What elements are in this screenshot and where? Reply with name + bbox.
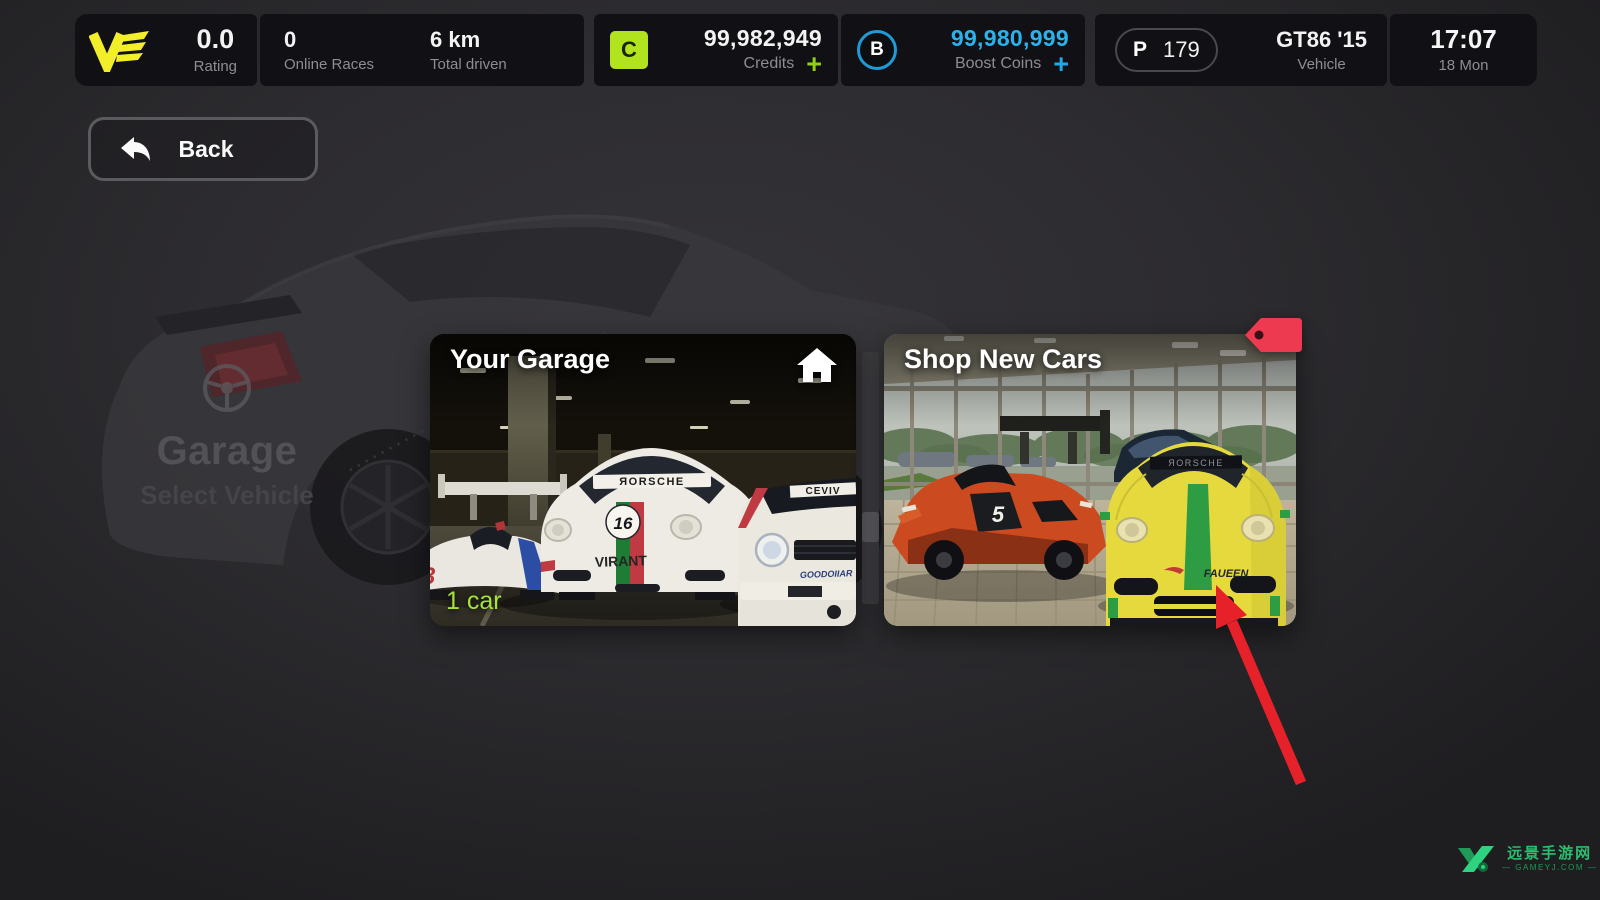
home-icon [796,346,838,384]
online-races-value: 0 [284,27,374,52]
boost-coins-icon: B [857,30,897,70]
boost-coins-segment: B 99,980,999 Boost Coins + [841,14,1085,86]
price-tag-icon [1244,317,1302,353]
left-car-number: 3 [430,563,436,590]
game-logo-icon [89,28,149,72]
back-button[interactable]: Back [88,117,318,181]
vehicle-segment: P 179 GT86 '15 Vehicle [1095,14,1387,86]
shop-card-title: Shop New Cars [904,344,1102,375]
porsche-door-number: 16 [614,514,633,533]
garage-photo: 3 ЯORSCHE 16 [430,334,856,626]
shop-porsche-bumper-text: FAUEEN [1204,568,1250,580]
add-boost-coins-button[interactable]: + [1053,54,1069,74]
races-driven-segment: 0 Online Races 6 km Total driven [260,14,584,86]
vehicle-label: Vehicle [1297,56,1345,73]
top-stats-bar: 0.0 Rating 0 Online Races 6 km Total dri… [75,14,1537,86]
rating-value: 0.0 [197,24,235,55]
boost-coins-label: Boost Coins [955,55,1041,73]
vehicle-name: GT86 '15 [1276,27,1367,52]
credits-icon: C [610,31,648,69]
online-races-stat: 0 Online Races [284,27,374,73]
credits-value: 99,982,949 [704,26,822,51]
vehicle-stat: GT86 '15 Vehicle [1276,27,1367,73]
total-driven-label: Total driven [430,56,507,73]
clock-time: 17:07 [1430,26,1497,53]
clock-segment: 17:07 18 Mon [1390,14,1537,86]
back-button-label: Back [179,136,262,163]
boost-coins-value: 99,980,999 [951,26,1069,51]
shop-porsche-banner: ЯORSCHE [1168,458,1224,468]
card-scrollbar-track[interactable] [862,352,879,604]
watermark-domain: — GAMEYJ.COM — [1502,864,1597,872]
total-driven-stat: 6 km Total driven [430,27,507,73]
background-subtitle: Select Vehicle [97,480,357,511]
back-arrow-icon [117,134,151,164]
add-credits-button[interactable]: + [806,54,822,74]
muscle-windshield-banner: CEVIV [805,486,840,497]
garage-screen: Garage Select Vehicle 0.0 Rating 0 Onlin… [0,0,1600,900]
clock-date: 18 Mon [1438,57,1488,74]
performance-letter: P [1133,38,1147,62]
site-watermark: 远景手游网 — GAMEYJ.COM — [1456,842,1597,876]
online-races-label: Online Races [284,56,374,73]
garage-car-count: 1 car [446,587,502,616]
shop-photo: 5 ЯORSCHE [884,334,1296,626]
background-title: Garage [97,429,357,474]
performance-value: 179 [1163,37,1200,63]
shop-new-cars-card[interactable]: 5 ЯORSCHE [884,334,1296,626]
porsche-bumper-text: VIRANT [595,552,648,570]
rating-stat: 0.0 Rating [194,24,237,75]
credits-label: Credits [744,55,795,73]
background-garage-label: Garage Select Vehicle [97,360,357,511]
prototype-number: 5 [992,502,1005,527]
credits-segment: C 99,982,949 Credits + [594,14,838,86]
watermark-site-name: 远景手游网 [1507,846,1592,861]
garage-card-title: Your Garage [450,344,610,375]
rating-segment: 0.0 Rating [75,14,257,86]
steering-wheel-icon [199,360,255,416]
your-garage-card[interactable]: 3 ЯORSCHE 16 [430,334,856,626]
porsche-windshield-banner: ЯORSCHE [619,476,684,488]
watermark-logo-icon [1456,842,1496,876]
card-scrollbar-thumb[interactable] [862,512,879,542]
muscle-sponsor-text: GOODOIIAR [800,568,853,580]
performance-badge: P 179 [1115,28,1218,72]
total-driven-value: 6 km [430,27,507,52]
rating-label: Rating [194,58,237,75]
